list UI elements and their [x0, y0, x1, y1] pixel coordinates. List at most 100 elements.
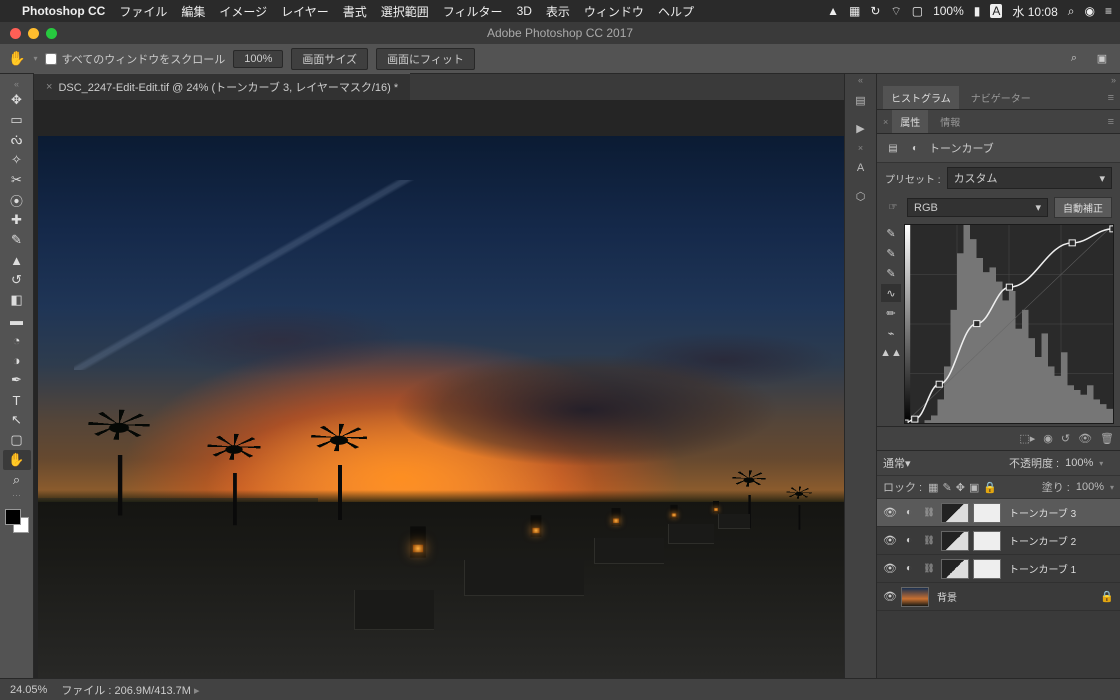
view-previous-icon[interactable]: 👁: [1078, 432, 1092, 445]
tool-marquee[interactable]: ▭: [3, 110, 31, 130]
search-icon[interactable]: ⌕: [1064, 49, 1084, 69]
curve-options-icon[interactable]: ▲▲: [881, 344, 901, 362]
app-name[interactable]: Photoshop CC: [22, 4, 105, 18]
tone-curve[interactable]: [904, 224, 1114, 424]
layer-item[interactable]: 👁◐⛓トーンカーブ 2: [877, 527, 1120, 555]
lock-pixels-icon[interactable]: ✎: [943, 481, 952, 494]
workspace-icon[interactable]: ▣: [1092, 49, 1112, 69]
menu-layer[interactable]: レイヤー: [281, 3, 329, 20]
layer-item[interactable]: 👁◐⛓トーンカーブ 1: [877, 555, 1120, 583]
history-panel-icon[interactable]: ▤: [845, 86, 876, 114]
tool-gradient[interactable]: ▬: [3, 310, 31, 330]
menu-type[interactable]: 書式: [343, 3, 367, 20]
visibility-toggle-icon[interactable]: 👁: [883, 534, 897, 547]
tool-eyedropper[interactable]: ⦿: [3, 190, 31, 210]
airplay-icon[interactable]: ▢: [912, 4, 923, 18]
blend-mode-select[interactable]: 通常▾: [883, 455, 1003, 471]
layer-item[interactable]: 👁◐⛓トーンカーブ 3: [877, 499, 1120, 527]
fill-value[interactable]: 100%: [1076, 481, 1104, 493]
tool-eraser[interactable]: ◧: [3, 290, 31, 310]
tool-wand[interactable]: ✧: [3, 150, 31, 170]
eyedropper-gray-icon[interactable]: ✎: [881, 244, 901, 262]
battery-icon[interactable]: ▮: [974, 4, 981, 18]
cc-icon[interactable]: ▦: [849, 4, 860, 18]
tool-shape[interactable]: ▢: [3, 430, 31, 450]
sync-icon[interactable]: ↻: [870, 4, 880, 18]
tool-move[interactable]: ✥: [3, 90, 31, 110]
collapse-icon[interactable]: «: [845, 74, 876, 86]
channel-select[interactable]: RGB▾: [907, 198, 1048, 217]
delete-adjustment-icon[interactable]: 🗑: [1100, 432, 1114, 445]
menu-3d[interactable]: 3D: [517, 4, 532, 18]
clock[interactable]: 水 10:08: [1012, 3, 1057, 20]
collapse-icon[interactable]: «: [13, 78, 20, 90]
tool-heal[interactable]: ✚: [3, 210, 31, 230]
eyedropper-white-icon[interactable]: ✎: [881, 264, 901, 282]
target-adjustment-icon[interactable]: ☞: [885, 200, 901, 216]
close-window-button[interactable]: [10, 28, 21, 39]
cloud-icon[interactable]: ▲: [827, 4, 839, 18]
tool-history-brush[interactable]: ↺: [3, 270, 31, 290]
tool-blur[interactable]: ◔: [3, 330, 31, 350]
zoom-value[interactable]: 24.05%: [10, 684, 47, 696]
tab-properties[interactable]: 属性: [892, 110, 928, 133]
tool-crop[interactable]: ✂: [3, 170, 31, 190]
menu-filter[interactable]: フィルター: [443, 3, 503, 20]
document-tab[interactable]: × DSC_2247-Edit-Edit.tif @ 24% (トーンカーブ 3…: [34, 73, 410, 100]
close-tab-icon[interactable]: ×: [46, 81, 52, 93]
tab-navigator[interactable]: ナビゲーター: [963, 86, 1039, 109]
tool-zoom[interactable]: ⌕: [3, 470, 31, 490]
maximize-window-button[interactable]: [46, 28, 57, 39]
character-panel-icon[interactable]: A: [845, 154, 876, 182]
spotlight-icon[interactable]: ⌕: [1068, 4, 1075, 19]
brushes-panel-icon[interactable]: ⬡: [845, 182, 876, 210]
zoom-100-button[interactable]: 100%: [233, 50, 283, 68]
notification-icon[interactable]: ≡: [1105, 4, 1112, 18]
tool-pen[interactable]: ✒: [3, 370, 31, 390]
tool-type[interactable]: T: [3, 390, 31, 410]
tool-dodge[interactable]: ◑: [3, 350, 31, 370]
menu-file[interactable]: ファイル: [119, 3, 167, 20]
canvas[interactable]: [34, 100, 844, 678]
fit-on-screen-button[interactable]: 画面にフィット: [376, 48, 475, 70]
ime-icon[interactable]: A: [990, 4, 1002, 18]
preset-select[interactable]: カスタム▾: [947, 167, 1112, 189]
menu-image[interactable]: イメージ: [219, 3, 267, 20]
scroll-all-checkbox[interactable]: すべてのウィンドウをスクロール: [45, 51, 225, 67]
actions-panel-icon[interactable]: ▶: [845, 114, 876, 142]
menu-select[interactable]: 選択範囲: [381, 3, 429, 20]
tool-hand[interactable]: ✋: [3, 450, 31, 470]
clip-to-layer-icon[interactable]: ⬚▸: [1019, 432, 1035, 445]
menu-window[interactable]: ウィンドウ: [584, 3, 644, 20]
fit-screen-button[interactable]: 画面サイズ: [291, 48, 368, 70]
close-panel-icon[interactable]: ×: [883, 117, 888, 127]
toggle-visibility-icon[interactable]: ◉: [1043, 432, 1053, 445]
panel-menu-icon[interactable]: ≡: [1108, 92, 1114, 104]
lock-transparent-icon[interactable]: ▦: [928, 481, 938, 494]
wifi-icon[interactable]: ⌔: [890, 4, 901, 19]
layer-item[interactable]: 👁背景🔒: [877, 583, 1120, 611]
lock-artboard-icon[interactable]: ▣: [969, 481, 979, 494]
tab-histogram[interactable]: ヒストグラム: [883, 86, 959, 109]
auto-button[interactable]: 自動補正: [1054, 197, 1112, 218]
menu-help[interactable]: ヘルプ: [658, 3, 694, 20]
tool-path[interactable]: ↖: [3, 410, 31, 430]
eyedropper-black-icon[interactable]: ✎: [881, 224, 901, 242]
tool-brush[interactable]: ✎: [3, 230, 31, 250]
curve-point-tool-icon[interactable]: ∿: [881, 284, 901, 302]
lock-all-icon[interactable]: 🔒: [983, 481, 997, 494]
menu-edit[interactable]: 編集: [181, 3, 205, 20]
color-swatch[interactable]: [5, 509, 29, 533]
tool-stamp[interactable]: ▲: [3, 250, 31, 270]
opacity-value[interactable]: 100%: [1065, 457, 1093, 469]
curve-draw-tool-icon[interactable]: ✏: [881, 304, 901, 322]
curve-smooth-icon[interactable]: ⌁: [881, 324, 901, 342]
siri-icon[interactable]: ◉: [1085, 4, 1095, 18]
minimize-window-button[interactable]: [28, 28, 39, 39]
document-info[interactable]: ファイル : 206.9M/413.7M: [61, 682, 199, 698]
visibility-toggle-icon[interactable]: 👁: [883, 590, 897, 603]
collapse-icon[interactable]: »: [877, 74, 1120, 86]
visibility-toggle-icon[interactable]: 👁: [883, 506, 897, 519]
tab-info[interactable]: 情報: [932, 110, 968, 133]
panel-menu-icon[interactable]: ≡: [1108, 116, 1114, 128]
